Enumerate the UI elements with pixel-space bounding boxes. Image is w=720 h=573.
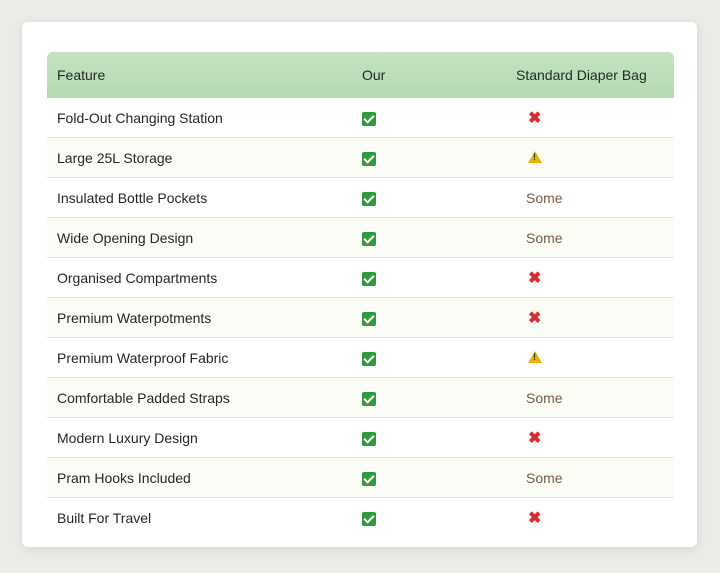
- table-row: Modern Luxury Design ✖: [47, 418, 674, 458]
- header-feature: Feature: [57, 67, 106, 83]
- standard-cell: Some: [516, 190, 674, 206]
- cross-icon: ✖: [528, 429, 542, 447]
- feature-name: Premium Waterpotments: [57, 309, 212, 326]
- check-icon: [362, 191, 376, 206]
- feature-name: Comfortable Padded Straps: [57, 389, 230, 406]
- table-row: Organised Compartments ✖: [47, 258, 674, 298]
- standard-cell: Some: [516, 470, 674, 486]
- feature-name: Organised Compartments: [57, 269, 218, 286]
- feature-name: Insulated Bottle Pockets: [57, 189, 208, 206]
- header-ours: Our: [362, 67, 386, 83]
- some-label: Some: [526, 389, 563, 406]
- check-icon: [362, 111, 376, 126]
- ours-cell: [352, 149, 516, 166]
- check-icon: [362, 391, 376, 406]
- feature-name: Premium Waterproof Fabric: [57, 349, 229, 366]
- table-header: Feature Our Standard Diaper Bag: [47, 52, 674, 98]
- standard-cell: Some: [516, 390, 674, 406]
- standard-cell: ✖: [516, 308, 674, 328]
- feature-name: Built For Travel: [57, 509, 152, 526]
- check-icon: [362, 431, 376, 446]
- table-row: Premium Waterpotments ✖: [47, 298, 674, 338]
- check-icon: [362, 271, 376, 286]
- ours-cell: [352, 349, 516, 366]
- ours-cell: [352, 189, 516, 206]
- standard-cell: ✖: [516, 508, 674, 528]
- standard-cell: ✖: [516, 108, 674, 128]
- table-row: Premium Waterproof Fabric: [47, 338, 674, 378]
- ours-cell: [352, 469, 516, 486]
- cross-icon: ✖: [528, 269, 542, 287]
- feature-name: Pram Hooks Included: [57, 469, 191, 486]
- feature-name: Wide Opening Design: [57, 229, 194, 246]
- ours-cell: [352, 269, 516, 286]
- standard-cell: [516, 150, 674, 166]
- some-label: Some: [526, 229, 563, 246]
- table-row: Large 25L Storage: [47, 138, 674, 178]
- table-row: Pram Hooks Included Some: [47, 458, 674, 498]
- check-icon: [362, 471, 376, 486]
- table-row: Wide Opening Design Some: [47, 218, 674, 258]
- ours-cell: [352, 309, 516, 326]
- check-icon: [362, 311, 376, 326]
- standard-cell: ✖: [516, 428, 674, 448]
- standard-cell: [516, 350, 674, 366]
- ours-cell: [352, 109, 516, 126]
- some-label: Some: [526, 469, 563, 486]
- check-icon: [362, 151, 376, 166]
- check-icon: [362, 511, 376, 526]
- check-icon: [362, 231, 376, 246]
- warning-icon: [528, 150, 542, 163]
- ours-cell: [352, 229, 516, 246]
- standard-cell: Some: [516, 230, 674, 246]
- feature-name: Modern Luxury Design: [57, 429, 198, 446]
- comparison-table: Feature Our Standard Diaper Bag Fold-Out…: [47, 52, 674, 537]
- ours-cell: [352, 389, 516, 406]
- check-icon: [362, 351, 376, 366]
- table-row: Fold-Out Changing Station ✖: [47, 98, 674, 138]
- table-row: Insulated Bottle Pockets Some: [47, 178, 674, 218]
- cross-icon: ✖: [528, 509, 542, 527]
- standard-cell: ✖: [516, 268, 674, 288]
- table-row: Comfortable Padded Straps Some: [47, 378, 674, 418]
- feature-name: Fold-Out Changing Station: [57, 109, 223, 126]
- warning-icon: [528, 350, 542, 363]
- some-label: Some: [526, 189, 563, 206]
- cross-icon: ✖: [528, 109, 542, 127]
- header-standard: Standard Diaper Bag: [516, 67, 647, 83]
- ours-cell: [352, 429, 516, 446]
- ours-cell: [352, 509, 516, 526]
- cross-icon: ✖: [528, 309, 542, 327]
- table-row: Built For Travel ✖: [47, 498, 674, 537]
- feature-name: Large 25L Storage: [57, 149, 173, 166]
